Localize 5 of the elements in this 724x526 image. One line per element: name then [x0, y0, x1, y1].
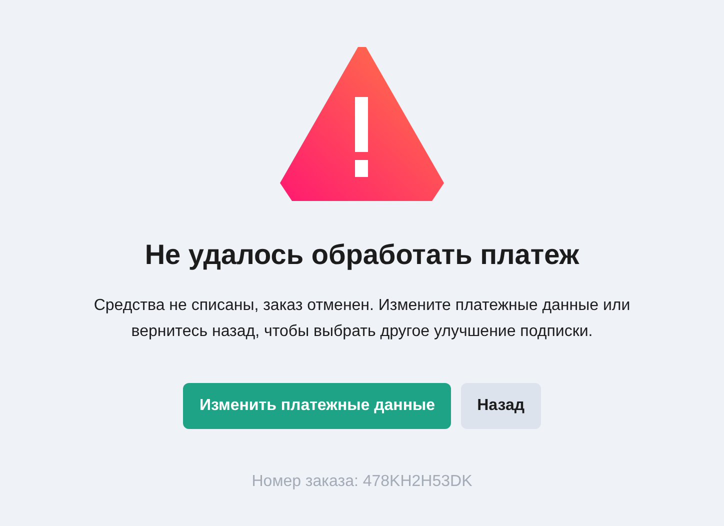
warning-icon: [280, 44, 444, 201]
error-message: Средства не списаны, заказ отменен. Измените платежные данные или вернитесь назад, чтобы выбрать другое улучшение подписки.: [92, 296, 632, 342]
back-button[interactable]: Назад: [461, 383, 541, 429]
order-number: Номер заказа: 478KH2H53DK: [252, 473, 472, 491]
error-title: Не удалось обработать платеж: [144, 238, 580, 272]
